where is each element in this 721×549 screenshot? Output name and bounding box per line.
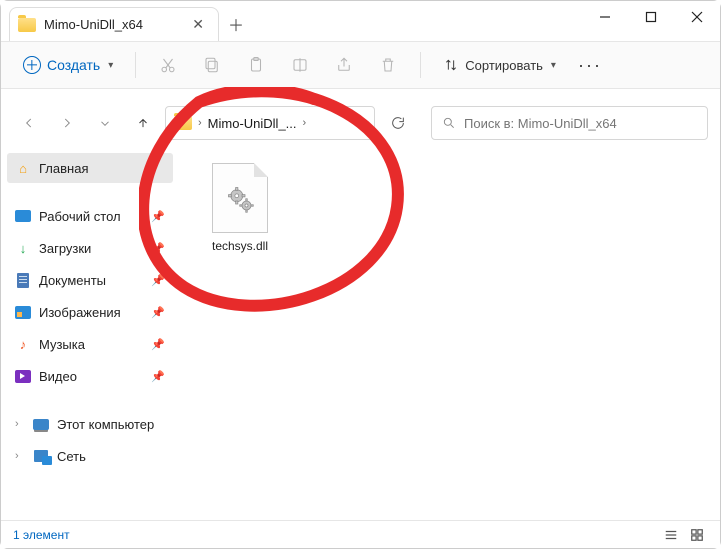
sidebar: ⌂ Главная Рабочий стол 📌 ↓ Загрузки 📌 До… <box>1 147 179 525</box>
more-button[interactable]: ··· <box>570 55 610 76</box>
create-button[interactable]: Создать ▾ <box>13 50 123 80</box>
sidebar-item-this-pc[interactable]: › Этот компьютер <box>7 409 173 439</box>
forward-button[interactable] <box>51 107 83 139</box>
recent-button[interactable] <box>89 107 121 139</box>
chevron-right-icon: › <box>303 117 307 129</box>
cut-button[interactable] <box>148 47 188 83</box>
sort-label: Сортировать <box>465 58 543 73</box>
toolbar-divider <box>135 52 136 78</box>
dll-file-icon <box>212 163 268 233</box>
video-icon <box>15 370 31 383</box>
create-label: Создать <box>47 57 100 73</box>
status-bar: 1 элемент <box>1 520 720 548</box>
sort-button[interactable]: Сортировать ▾ <box>433 51 566 79</box>
address-bar[interactable]: › Mimo-UniDll_... › <box>165 106 375 140</box>
sidebar-label: Музыка <box>39 337 85 352</box>
delete-button[interactable] <box>368 47 408 83</box>
sidebar-item-downloads[interactable]: ↓ Загрузки 📌 <box>7 233 173 263</box>
up-button[interactable] <box>127 107 159 139</box>
plus-circle-icon <box>23 56 41 74</box>
sidebar-label: Этот компьютер <box>57 417 154 432</box>
sidebar-label: Загрузки <box>39 241 91 256</box>
documents-icon <box>17 273 29 288</box>
sidebar-label: Сеть <box>57 449 86 464</box>
sidebar-label: Главная <box>39 161 88 176</box>
sidebar-label: Рабочий стол <box>39 209 121 224</box>
sidebar-item-home[interactable]: ⌂ Главная <box>7 153 173 183</box>
home-icon: ⌂ <box>15 160 31 176</box>
sidebar-item-desktop[interactable]: Рабочий стол 📌 <box>7 201 173 231</box>
sidebar-label: Документы <box>39 273 106 288</box>
chevron-right-icon: › <box>15 450 25 462</box>
rename-button[interactable] <box>280 47 320 83</box>
chevron-down-icon: ▾ <box>108 60 113 71</box>
file-item[interactable]: techsys.dll <box>195 157 285 259</box>
file-name: techsys.dll <box>212 239 268 253</box>
folder-icon <box>174 116 192 130</box>
desktop-icon <box>15 210 31 222</box>
search-box[interactable] <box>431 106 708 140</box>
search-input[interactable] <box>464 116 697 131</box>
sidebar-label: Видео <box>39 369 77 384</box>
icons-view-button[interactable] <box>686 525 708 545</box>
toolbar-divider <box>420 52 421 78</box>
pc-icon <box>33 419 49 430</box>
share-button[interactable] <box>324 47 364 83</box>
folder-icon <box>18 18 36 32</box>
maximize-button[interactable] <box>628 1 674 33</box>
new-tab-button[interactable]: ＋ <box>219 7 253 41</box>
sidebar-item-documents[interactable]: Документы 📌 <box>7 265 173 295</box>
copy-button[interactable] <box>192 47 232 83</box>
pin-icon: 📌 <box>151 370 165 383</box>
paste-button[interactable] <box>236 47 276 83</box>
window-tab[interactable]: Mimo-UniDll_x64 ✕ <box>9 7 219 41</box>
pin-icon: 📌 <box>151 338 165 351</box>
downloads-icon: ↓ <box>15 240 31 256</box>
pin-icon: 📌 <box>151 210 165 223</box>
refresh-button[interactable] <box>381 106 415 140</box>
minimize-button[interactable] <box>582 1 628 33</box>
item-count: 1 элемент <box>13 528 70 542</box>
music-icon: ♪ <box>15 336 31 352</box>
chevron-right-icon: › <box>198 117 202 129</box>
pictures-icon <box>15 306 31 319</box>
sidebar-item-pictures[interactable]: Изображения 📌 <box>7 297 173 327</box>
close-tab-icon[interactable]: ✕ <box>188 14 208 35</box>
sort-icon <box>443 57 459 73</box>
pin-icon: 📌 <box>151 306 165 319</box>
back-button[interactable] <box>13 107 45 139</box>
details-view-button[interactable] <box>660 525 682 545</box>
pin-icon: 📌 <box>151 274 165 287</box>
sidebar-label: Изображения <box>39 305 121 320</box>
sidebar-item-video[interactable]: Видео 📌 <box>7 361 173 391</box>
tab-title: Mimo-UniDll_x64 <box>44 17 180 32</box>
toolbar: Создать ▾ Сортировать ▾ ··· <box>1 41 720 89</box>
chevron-right-icon: › <box>15 418 25 430</box>
sidebar-item-network[interactable]: › Сеть <box>7 441 173 471</box>
close-window-button[interactable] <box>674 1 720 33</box>
chevron-down-icon: ▾ <box>551 60 556 71</box>
sidebar-item-music[interactable]: ♪ Музыка 📌 <box>7 329 173 359</box>
pin-icon: 📌 <box>151 242 165 255</box>
search-icon <box>442 116 456 130</box>
breadcrumb-folder: Mimo-UniDll_... <box>208 116 297 131</box>
network-icon <box>34 450 48 462</box>
file-pane[interactable]: techsys.dll <box>179 147 720 525</box>
